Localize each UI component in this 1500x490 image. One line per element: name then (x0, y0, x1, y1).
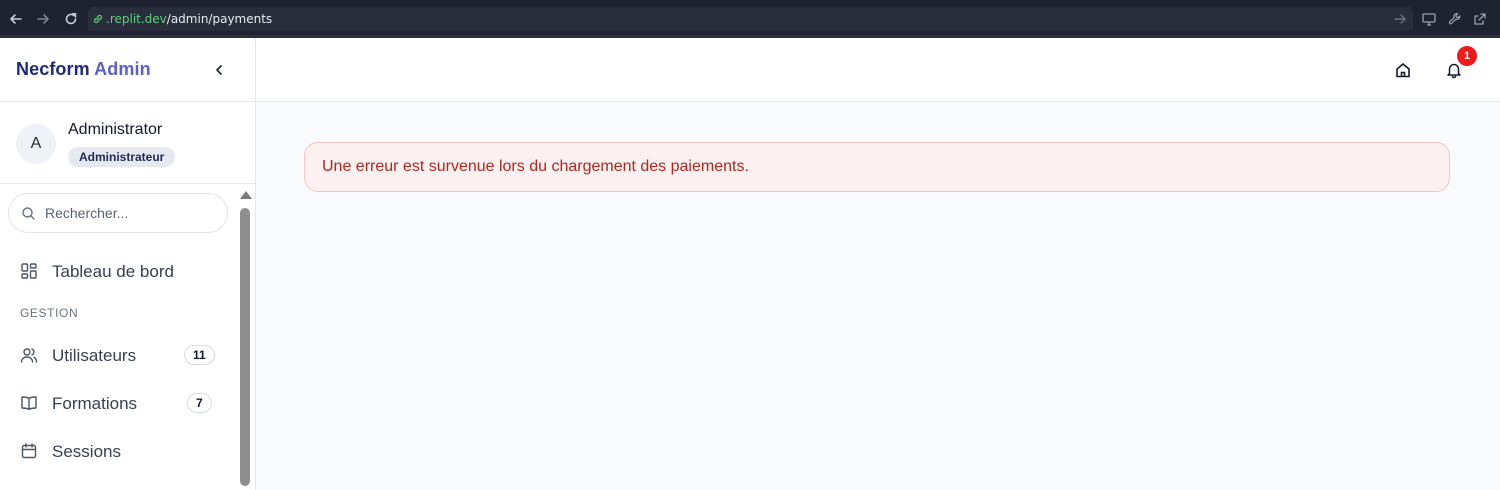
reload-icon (65, 13, 77, 25)
browser-toolbar: .replit.dev/admin/payments (0, 0, 1500, 38)
sidebar-item-formations[interactable]: Formations 7 (0, 383, 236, 423)
reload-button[interactable] (62, 9, 80, 29)
brand-name: Necform (16, 59, 90, 79)
external-link-icon[interactable] (1472, 11, 1488, 27)
search-icon (22, 207, 35, 220)
wrench-icon[interactable] (1447, 11, 1463, 27)
users-icon (20, 348, 38, 363)
user-name: Administrator (68, 121, 163, 138)
forward-button[interactable] (34, 9, 52, 29)
user-profile: A Administrator Administrateur (0, 102, 256, 184)
address-bar[interactable]: .replit.dev/admin/payments (88, 7, 1413, 31)
collapse-sidebar-button[interactable] (210, 61, 228, 79)
monitor-icon[interactable] (1421, 11, 1437, 27)
arrow-right-icon (37, 14, 49, 24)
book-icon (21, 396, 37, 411)
top-header: 1 (256, 38, 1500, 102)
url-text: .replit.dev/admin/payments (106, 12, 272, 26)
brand-suffix: Admin (94, 59, 151, 79)
error-message: Une erreur est survenue lors du chargeme… (322, 158, 749, 175)
url-path: /admin/payments (166, 12, 273, 26)
sidebar-item-dashboard[interactable]: Tableau de bord (0, 251, 236, 291)
brand-logo[interactable]: Necform Admin (16, 59, 151, 80)
url-host: .replit.dev (106, 12, 167, 26)
avatar[interactable]: A (16, 124, 56, 164)
notification-badge: 1 (1457, 46, 1477, 66)
chevron-left-icon (216, 65, 222, 75)
sidebar-item-users[interactable]: Utilisateurs 11 (0, 335, 236, 375)
count-badge: 7 (187, 393, 212, 413)
sidebar-item-label: Utilisateurs (52, 346, 137, 365)
sidebar-header: Necform Admin (0, 38, 256, 102)
count-badge: 11 (184, 345, 215, 365)
dashboard-icon (21, 263, 37, 279)
sidebar-item-label: Tableau de bord (52, 262, 174, 281)
role-badge: Administrateur (68, 147, 176, 167)
sidebar-scrollbar[interactable] (238, 188, 252, 488)
arrow-left-icon (10, 14, 22, 24)
section-heading: GESTION (20, 306, 79, 320)
link-icon (93, 14, 103, 24)
main-content: Une erreur est survenue lors du chargeme… (256, 102, 1500, 490)
home-icon[interactable] (1394, 61, 1412, 79)
error-alert: Une erreur est survenue lors du chargeme… (304, 142, 1450, 192)
scroll-thumb[interactable] (240, 208, 250, 486)
sidebar-item-label: Sessions (52, 442, 121, 461)
sidebar: Necform Admin A Administrator Administra… (0, 38, 256, 490)
sidebar-item-label: Formations (52, 394, 138, 413)
search-field[interactable] (8, 193, 228, 233)
search-input[interactable] (45, 203, 215, 223)
sidebar-item-sessions[interactable]: Sessions (0, 431, 236, 471)
back-button[interactable] (7, 9, 25, 29)
scroll-up-arrow-icon[interactable] (240, 191, 252, 199)
arrow-right-icon[interactable] (1393, 12, 1407, 26)
calendar-icon (21, 443, 37, 459)
